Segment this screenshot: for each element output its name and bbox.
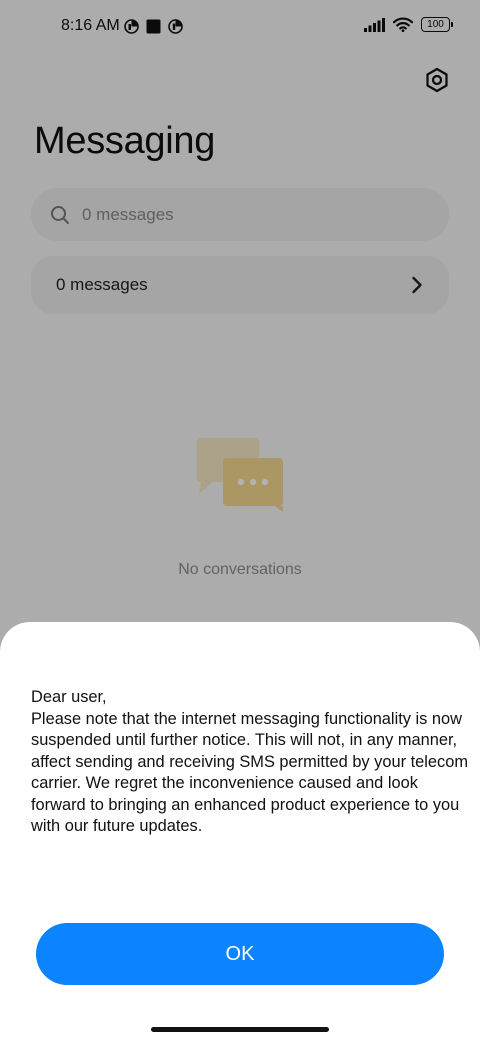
dialog-body: Please note that the internet messaging … [31,710,469,836]
ok-button[interactable]: OK [36,923,444,985]
home-indicator[interactable] [151,1027,329,1032]
dialog-greeting: Dear user, [31,688,107,706]
